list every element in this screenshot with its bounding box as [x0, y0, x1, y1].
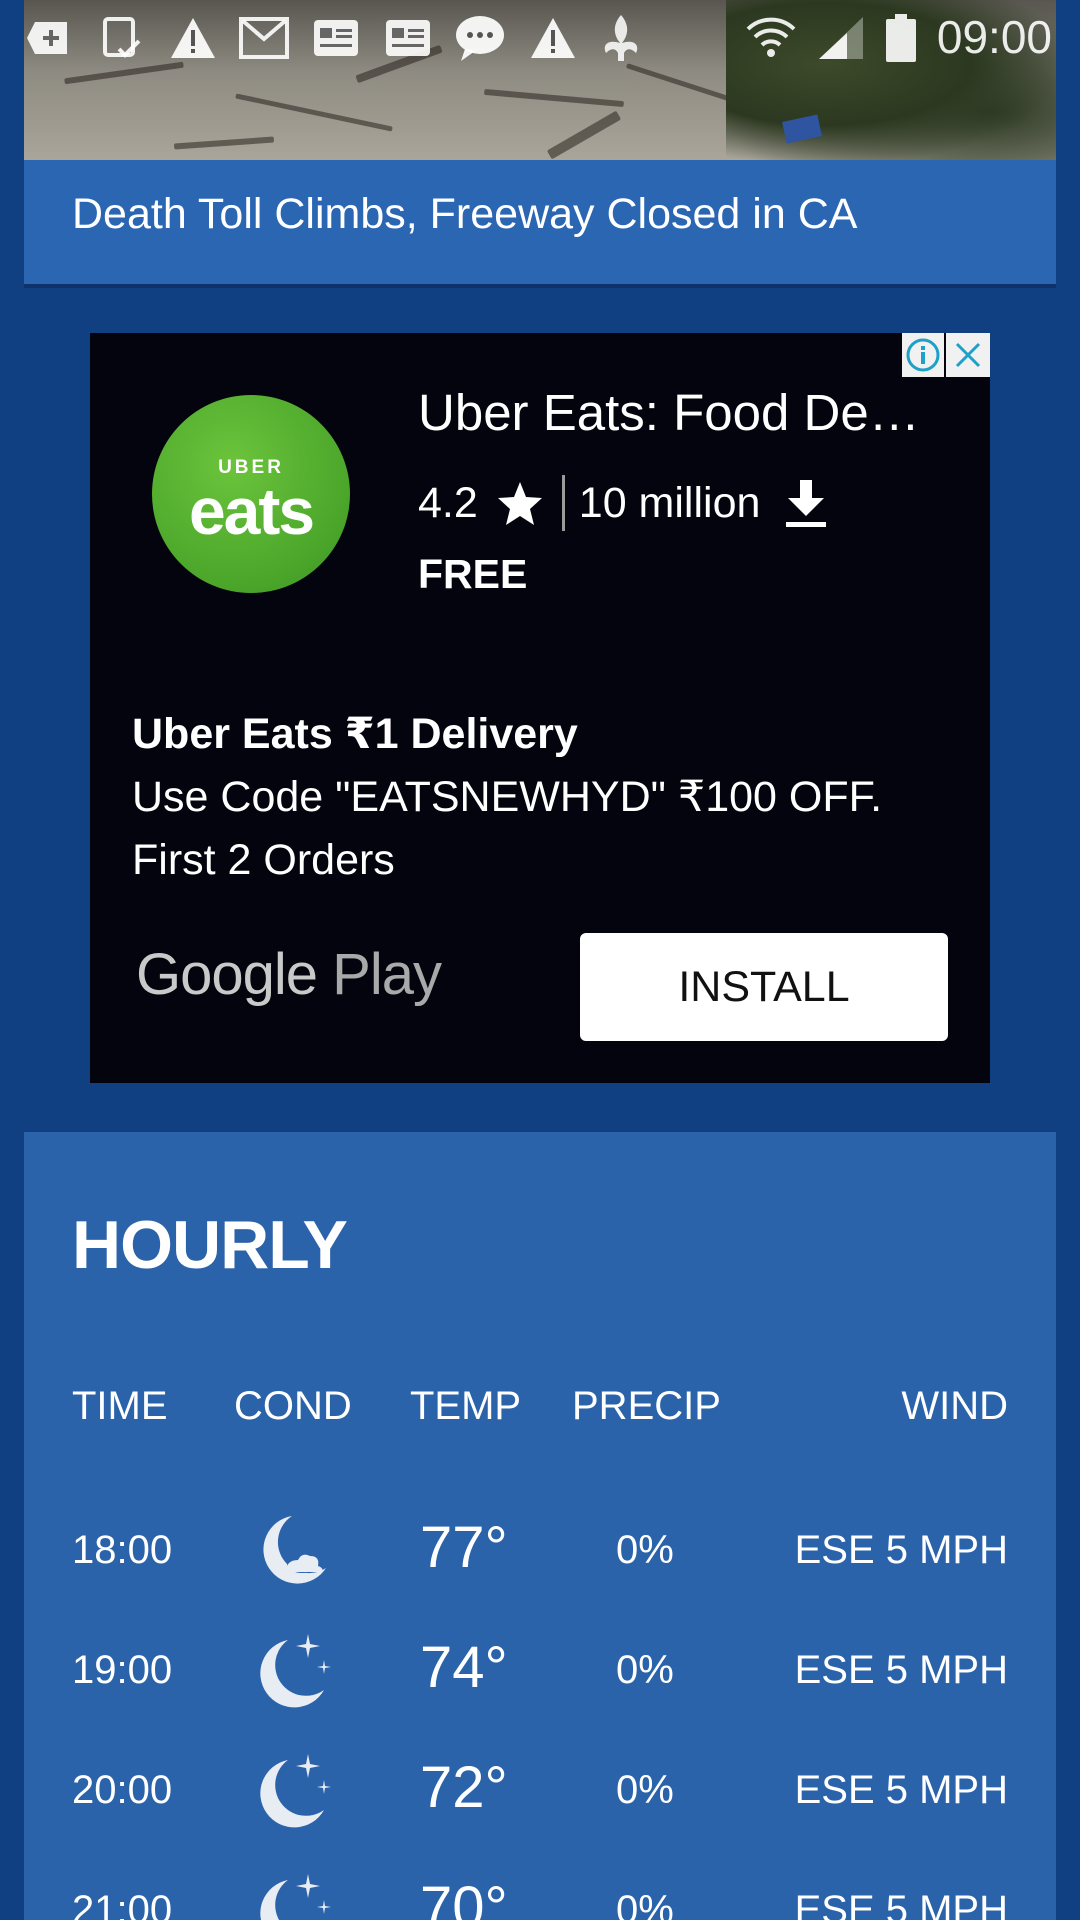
google-play-logo: Google Play [136, 941, 442, 1008]
ad-close-icon[interactable] [946, 333, 990, 377]
hourly-forecast-card: HOURLY TIME COND TEMP PRECIP WIND 18:00 … [24, 1132, 1056, 1920]
add-icon [26, 14, 74, 62]
store-play-text: Play [332, 942, 442, 1007]
row-wind: ESE 5 MPH [794, 1888, 1008, 1920]
wifi-icon [746, 14, 796, 62]
gmail-icon [238, 14, 290, 62]
ad-price: FREE [418, 551, 528, 597]
rating-divider [561, 475, 565, 531]
warning-icon [168, 14, 218, 62]
ad-headline: Uber Eats ₹1 Delivery [132, 710, 578, 758]
install-button[interactable]: INSTALL [580, 933, 948, 1041]
ad-downloads: 10 million [578, 478, 761, 527]
fleur-icon [598, 14, 644, 62]
news-headline[interactable]: Death Toll Climbs, Freeway Closed in CA [72, 190, 857, 239]
row-time: 19:00 [72, 1648, 173, 1692]
ad-rating-value: 4.2 [418, 478, 478, 527]
hourly-title: HOURLY [72, 1207, 348, 1283]
phone-check-icon [98, 14, 144, 62]
col-header-temp: TEMP [410, 1384, 522, 1428]
col-header-cond: COND [234, 1384, 352, 1428]
ad-card[interactable]: UBER eats Uber Eats: Food De… 4.2 10 mil… [90, 333, 990, 1083]
row-time: 18:00 [72, 1528, 173, 1572]
moon-cloud-icon [246, 1506, 336, 1596]
moon-stars-icon [246, 1746, 336, 1836]
ad-body-line2: First 2 Orders [132, 836, 395, 884]
moon-stars-icon [246, 1866, 336, 1920]
warning-icon [528, 14, 578, 62]
ad-info-icon[interactable] [902, 333, 946, 377]
row-temp: 77° [420, 1515, 508, 1580]
status-time: 09:00 [936, 11, 1052, 63]
row-precip: 0% [616, 1648, 674, 1692]
news-icon [312, 14, 360, 62]
row-precip: 0% [616, 1888, 674, 1920]
ad-body-line1: Use Code "EATSNEWHYD" ₹100 OFF. [132, 773, 883, 821]
status-bar: 09:00 [0, 0, 1080, 76]
download-icon [784, 478, 828, 528]
col-header-wind: WIND [901, 1384, 1008, 1428]
row-wind: ESE 5 MPH [794, 1768, 1008, 1812]
signal-icon [816, 14, 866, 62]
hourly-row: 18:00 77° 0% ESE 5 MPH [24, 1498, 1056, 1608]
news-icon [384, 14, 432, 62]
logo-eats-text: eats [188, 474, 315, 548]
chat-icon [454, 14, 506, 62]
row-temp: 72° [420, 1755, 508, 1820]
store-google-text: Google [136, 942, 318, 1007]
star-icon [496, 480, 544, 526]
ad-body[interactable]: Uber Eats ₹1 Delivery Use Code "EATSNEWH… [132, 703, 952, 892]
uber-eats-logo[interactable]: UBER eats [152, 395, 350, 593]
ad-badge [902, 333, 990, 377]
col-header-time: TIME [72, 1384, 168, 1428]
row-time: 20:00 [72, 1768, 173, 1812]
hourly-row: 20:00 72° 0% ESE 5 MPH [24, 1738, 1056, 1848]
row-time: 21:00 [72, 1888, 173, 1920]
ad-app-title[interactable]: Uber Eats: Food De… [418, 383, 920, 442]
moon-stars-icon [246, 1626, 336, 1716]
row-wind: ESE 5 MPH [794, 1648, 1008, 1692]
ad-rating-row: 4.2 10 million [418, 473, 828, 533]
row-precip: 0% [616, 1528, 674, 1572]
row-wind: ESE 5 MPH [794, 1528, 1008, 1572]
hourly-row: 21:00 70° 0% ESE 5 MPH [24, 1858, 1056, 1920]
hourly-row: 19:00 74° 0% ESE 5 MPH [24, 1618, 1056, 1728]
row-temp: 74° [420, 1635, 508, 1700]
row-temp: 70° [420, 1875, 508, 1920]
row-precip: 0% [616, 1768, 674, 1812]
col-header-precip: PRECIP [572, 1384, 721, 1428]
battery-icon [884, 14, 918, 62]
